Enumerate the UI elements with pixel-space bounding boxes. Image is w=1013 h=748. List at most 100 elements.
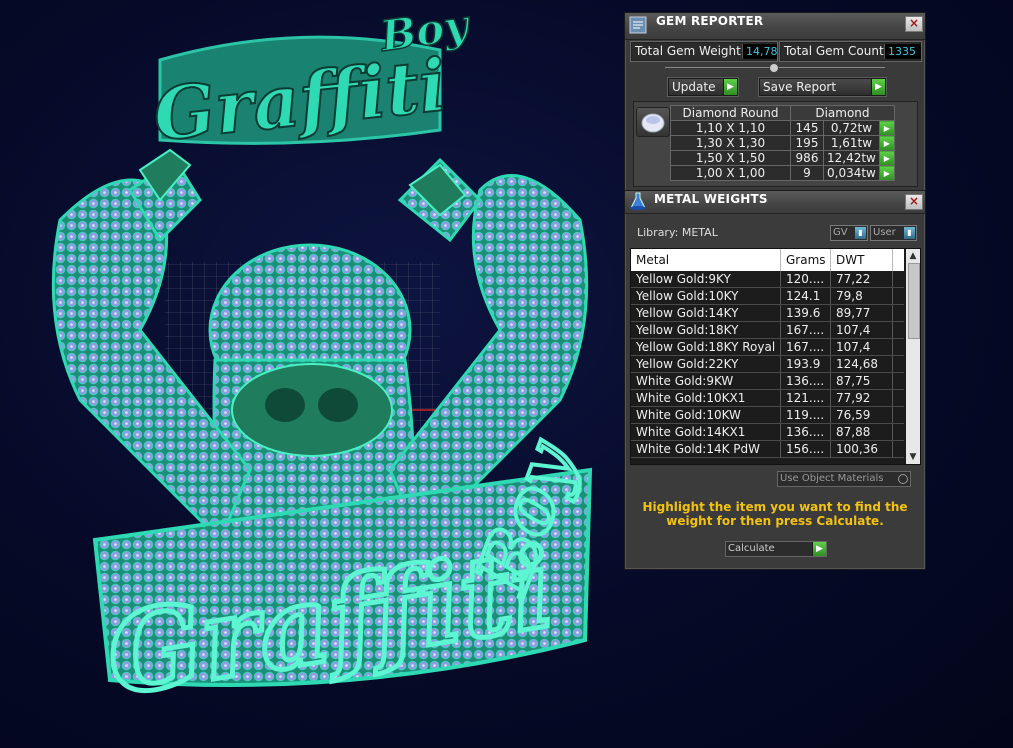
metal-row[interactable]: Yellow Gold:9KY 120.... 77,22 <box>631 271 904 288</box>
metal-list-header: Metal Grams DWT <box>631 249 904 271</box>
gem-count: 195 <box>790 135 824 151</box>
dwt-column-header[interactable]: DWT <box>831 249 893 271</box>
metal-row[interactable]: White Gold:14K PdW 156.... 100,36 <box>631 441 904 458</box>
metal-grams: 156.... <box>781 441 831 457</box>
gv-toggle[interactable]: GV ▮ <box>830 225 868 241</box>
pendant-render: Graffiti Boy Graffiti Boy <box>51 0 594 723</box>
grams-column-header[interactable]: Grams <box>781 249 831 271</box>
gem-weight: 1,61tw <box>823 135 880 151</box>
metal-dwt: 107,4 <box>831 339 893 355</box>
metal-name: Yellow Gold:22KY <box>631 356 781 372</box>
toggle-indicator-icon: ▮ <box>855 227 866 239</box>
metal-name: Yellow Gold:9KY <box>631 271 781 287</box>
row-select-arrow-icon[interactable]: ▶ <box>878 165 895 181</box>
metal-grams: 136.... <box>781 373 831 389</box>
library-label: Library: METAL <box>637 226 718 239</box>
metal-list[interactable]: Metal Grams DWT Yellow Gold:9KY 120.... 77… <box>630 248 921 465</box>
use-object-materials-label: Use Object Materials <box>780 473 884 484</box>
toggle-indicator-icon: ▮ <box>904 227 915 239</box>
user-toggle-label: User <box>873 227 896 238</box>
total-gem-count-label: Total Gem Count <box>784 44 884 58</box>
total-gem-weight-label: Total Gem Weight <box>635 44 741 58</box>
total-gem-weight-value: 14,78 <box>742 44 778 59</box>
metal-name: White Gold:14KX1 <box>631 424 781 440</box>
metal-name: Yellow Gold:18KY <box>631 322 781 338</box>
row-select-arrow-icon[interactable]: ▶ <box>878 135 895 151</box>
gem-count: 145 <box>790 120 824 136</box>
total-gem-count-box: Total Gem Count 1335 <box>780 42 921 61</box>
metal-dwt: 87,88 <box>831 424 893 440</box>
metal-dwt: 124,68 <box>831 356 893 372</box>
metal-grams: 167.... <box>781 339 831 355</box>
metal-list-scrollbar[interactable]: ▲ ▼ <box>906 249 920 464</box>
metal-weights-panel: METAL WEIGHTS × Library: METAL GV ▮ User… <box>624 190 926 570</box>
gem-size: 1,30 X 1,30 <box>670 135 791 151</box>
gem-row[interactable]: 1,30 X 1,30 195 1,61tw ▶ <box>670 135 895 151</box>
gem-weight: 12,42tw <box>823 150 880 166</box>
gem-table: Diamond Round Diamond 1,10 X 1,10 145 0,… <box>670 105 895 181</box>
metal-row[interactable]: White Gold:9KW 136.... 87,75 <box>631 373 904 390</box>
total-gem-weight-box: Total Gem Weight 14,78 <box>631 42 778 61</box>
gem-shape-header: Diamond Round <box>670 105 791 121</box>
metal-dwt: 89,77 <box>831 305 893 321</box>
metal-row[interactable]: Yellow Gold:18KY Royal 167.... 107,4 <box>631 339 904 356</box>
gem-material-header: Diamond <box>790 105 895 121</box>
metal-grams: 119.... <box>781 407 831 423</box>
calculate-button-label: Calculate <box>728 543 775 554</box>
report-icon <box>629 16 647 34</box>
metal-row[interactable]: Yellow Gold:18KY 167.... 107,4 <box>631 322 904 339</box>
metal-name: Yellow Gold:18KY Royal <box>631 339 781 355</box>
metal-row[interactable]: White Gold:14KX1 136.... 87,88 <box>631 424 904 441</box>
scroll-down-icon[interactable]: ▼ <box>906 450 920 464</box>
3d-viewport[interactable]: Graffiti Boy Graffiti Boy <box>0 0 620 748</box>
gem-row[interactable]: 1,10 X 1,10 145 0,72tw ▶ <box>670 120 895 136</box>
metal-name: White Gold:9KW <box>631 373 781 389</box>
metal-row[interactable]: Yellow Gold:22KY 193.9 124,68 <box>631 356 904 373</box>
metal-dwt: 87,75 <box>831 373 893 389</box>
gem-count: 986 <box>790 150 824 166</box>
metal-grams: 120.... <box>781 271 831 287</box>
gem-row[interactable]: 1,00 X 1,00 9 0,034tw ▶ <box>670 165 895 181</box>
metal-row[interactable]: Yellow Gold:10KY 124.1 79,8 <box>631 288 904 305</box>
total-gem-count-value: 1335 <box>884 44 921 59</box>
metal-row-partial[interactable] <box>631 458 904 464</box>
split-slider-knob[interactable] <box>769 63 779 73</box>
scroll-thumb[interactable] <box>908 263 920 339</box>
metal-dwt: 79,8 <box>831 288 893 304</box>
metal-column-header[interactable]: Metal <box>631 249 781 271</box>
update-button[interactable]: Update ▶ <box>668 78 738 96</box>
calculate-button[interactable]: Calculate ▶ <box>725 541 827 557</box>
metal-weights-title: METAL WEIGHTS <box>654 192 768 206</box>
row-select-arrow-icon[interactable]: ▶ <box>878 150 895 166</box>
scroll-up-icon[interactable]: ▲ <box>906 249 920 263</box>
gem-row[interactable]: 1,50 X 1,50 986 12,42tw ▶ <box>670 150 895 166</box>
play-arrow-icon: ▶ <box>812 542 826 556</box>
gem-size: 1,00 X 1,00 <box>670 165 791 181</box>
save-report-button[interactable]: Save Report ▶ <box>759 78 886 96</box>
save-report-button-label: Save Report <box>763 80 837 94</box>
close-icon[interactable]: × <box>905 16 923 32</box>
gem-reporter-title: GEM REPORTER <box>656 14 764 28</box>
metal-row[interactable]: White Gold:10KW 119.... 76,59 <box>631 407 904 424</box>
update-button-label: Update <box>672 80 716 94</box>
metal-grams: 124.1 <box>781 288 831 304</box>
metal-row[interactable]: Yellow Gold:14KY 139.6 89,77 <box>631 305 904 322</box>
metal-name: White Gold:10KW <box>631 407 781 423</box>
gem-table-container: Diamond Round Diamond 1,10 X 1,10 145 0,… <box>633 101 918 187</box>
metal-row[interactable]: White Gold:10KX1 121.... 77,92 <box>631 390 904 407</box>
gem-weight: 0,72tw <box>823 120 880 136</box>
metal-dwt: 77,22 <box>831 271 893 287</box>
user-toggle[interactable]: User ▮ <box>870 225 917 241</box>
use-object-materials-option[interactable]: Use Object Materials <box>777 471 911 487</box>
metal-weights-titlebar[interactable]: METAL WEIGHTS × <box>625 191 925 214</box>
metal-grams: 136.... <box>781 424 831 440</box>
metal-dwt: 76,59 <box>831 407 893 423</box>
gem-size: 1,10 X 1,10 <box>670 120 791 136</box>
close-icon[interactable]: × <box>905 194 923 210</box>
top-lettering: Graffiti Boy <box>149 0 475 158</box>
metal-grams: 167.... <box>781 322 831 338</box>
metal-dwt: 107,4 <box>831 322 893 338</box>
gem-reporter-titlebar[interactable]: GEM REPORTER × <box>625 13 925 40</box>
metal-dwt: 100,36 <box>831 441 893 457</box>
row-select-arrow-icon[interactable]: ▶ <box>878 120 895 136</box>
